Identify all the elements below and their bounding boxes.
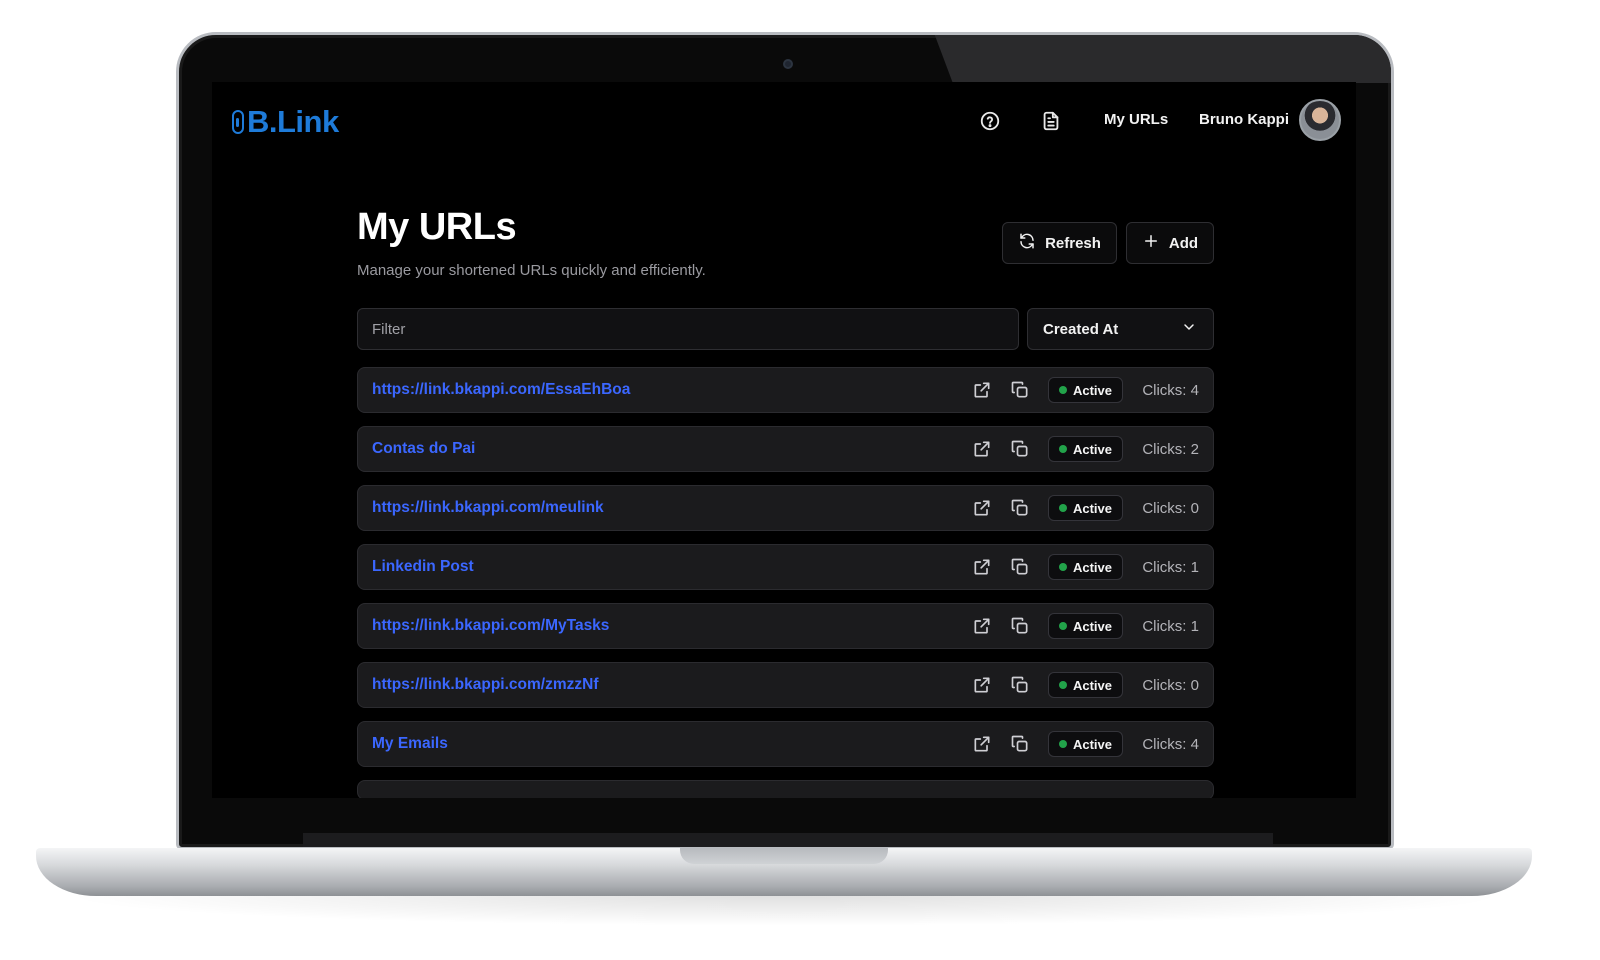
status-text: Active — [1072, 677, 1112, 693]
lid-glare — [934, 35, 1391, 83]
app-screen: B.Link My URLs Bruno Kappi My URLs Manag… — [212, 82, 1356, 798]
lid-hinge — [303, 833, 1273, 847]
webcam — [783, 59, 793, 69]
status-badge: Active — [1047, 672, 1123, 698]
user-name[interactable]: Bruno Kappi — [1199, 111, 1289, 128]
status-badge: Active — [1047, 495, 1123, 521]
add-button[interactable]: Add — [1126, 222, 1214, 264]
status-text: Active — [1072, 559, 1112, 575]
sort-select[interactable]: Created At — [1027, 308, 1214, 350]
row-actions: Active Clicks: 0 — [972, 663, 1199, 707]
link-logo-icon — [232, 110, 244, 134]
status-dot — [1058, 386, 1067, 394]
status-text: Active — [1072, 618, 1112, 634]
external-link-icon[interactable] — [972, 498, 992, 518]
copy-icon[interactable] — [1010, 380, 1030, 400]
row-actions: Active Clicks: 2 — [972, 427, 1199, 471]
status-dot — [1058, 563, 1067, 571]
copy-icon[interactable] — [1010, 734, 1030, 754]
url-row: https://link.bkappi.com/MyTasks Active C… — [357, 603, 1214, 649]
nav-my-urls-link[interactable]: My URLs — [1104, 111, 1168, 128]
copy-icon[interactable] — [1010, 675, 1030, 695]
status-text: Active — [1072, 736, 1112, 752]
page-subtitle: Manage your shortened URLs quickly and e… — [357, 262, 706, 279]
chevron-down-icon — [1181, 319, 1197, 339]
clicks-count: Clicks: 0 — [1142, 676, 1199, 694]
page-title: My URLs — [357, 206, 517, 248]
copy-icon[interactable] — [1010, 616, 1030, 636]
refresh-label: Refresh — [1045, 234, 1101, 252]
url-row: Linkedin Post Active Clicks: 1 — [357, 544, 1214, 590]
help-circle-icon[interactable] — [979, 110, 1001, 132]
url-list: https://link.bkappi.com/EssaEhBoa Active — [357, 367, 1214, 798]
external-link-icon[interactable] — [972, 734, 992, 754]
filter-input[interactable] — [357, 308, 1019, 350]
clicks-count: Clicks: 1 — [1142, 617, 1199, 635]
status-dot — [1058, 740, 1067, 748]
row-actions: Active Clicks: 0 — [972, 486, 1199, 530]
status-badge: Active — [1047, 436, 1123, 462]
url-row: Contas do Pai Active Clicks: 2 — [357, 426, 1214, 472]
url-row: https://link.bkappi.com/zmzzNf Active Cl… — [357, 662, 1214, 708]
url-row-partial — [357, 780, 1214, 798]
copy-icon[interactable] — [1010, 439, 1030, 459]
row-actions: Active Clicks: 4 — [972, 722, 1199, 766]
external-link-icon[interactable] — [972, 616, 992, 636]
status-badge: Active — [1047, 731, 1123, 757]
top-navbar: B.Link My URLs Bruno Kappi — [212, 82, 1356, 160]
refresh-icon — [1018, 232, 1036, 254]
external-link-icon[interactable] — [972, 557, 992, 577]
clicks-count: Clicks: 4 — [1142, 381, 1199, 399]
status-text: Active — [1072, 382, 1112, 398]
plus-icon — [1142, 232, 1160, 254]
avatar[interactable] — [1299, 99, 1341, 141]
clicks-count: Clicks: 1 — [1142, 558, 1199, 576]
refresh-button[interactable]: Refresh — [1002, 222, 1117, 264]
status-text: Active — [1072, 500, 1112, 516]
status-badge: Active — [1047, 377, 1123, 403]
sort-selected-value: Created At — [1043, 320, 1119, 338]
clicks-count: Clicks: 2 — [1142, 440, 1199, 458]
row-actions: Active Clicks: 1 — [972, 545, 1199, 589]
clicks-count: Clicks: 0 — [1142, 499, 1199, 517]
url-row: https://link.bkappi.com/meulink Active C… — [357, 485, 1214, 531]
external-link-icon[interactable] — [972, 380, 992, 400]
status-text: Active — [1072, 441, 1112, 457]
laptop-shadow — [60, 896, 1510, 926]
add-label: Add — [1168, 234, 1199, 252]
document-icon[interactable] — [1040, 110, 1062, 132]
url-row: https://link.bkappi.com/EssaEhBoa Active — [357, 367, 1214, 413]
status-dot — [1058, 681, 1067, 689]
logo-text: B.Link — [247, 104, 339, 139]
status-dot — [1058, 504, 1067, 512]
status-badge: Active — [1047, 554, 1123, 580]
external-link-icon[interactable] — [972, 675, 992, 695]
row-actions: Active Clicks: 1 — [972, 604, 1199, 648]
status-dot — [1058, 622, 1067, 630]
status-badge: Active — [1047, 613, 1123, 639]
external-link-icon[interactable] — [972, 439, 992, 459]
copy-icon[interactable] — [1010, 557, 1030, 577]
url-row: My Emails Active Clicks: 4 — [357, 721, 1214, 767]
status-dot — [1058, 445, 1067, 453]
laptop-notch — [680, 848, 888, 864]
app-logo[interactable]: B.Link — [232, 102, 339, 142]
row-actions: Active Clicks: 4 — [972, 368, 1199, 412]
copy-icon[interactable] — [1010, 498, 1030, 518]
clicks-count: Clicks: 4 — [1142, 735, 1199, 753]
